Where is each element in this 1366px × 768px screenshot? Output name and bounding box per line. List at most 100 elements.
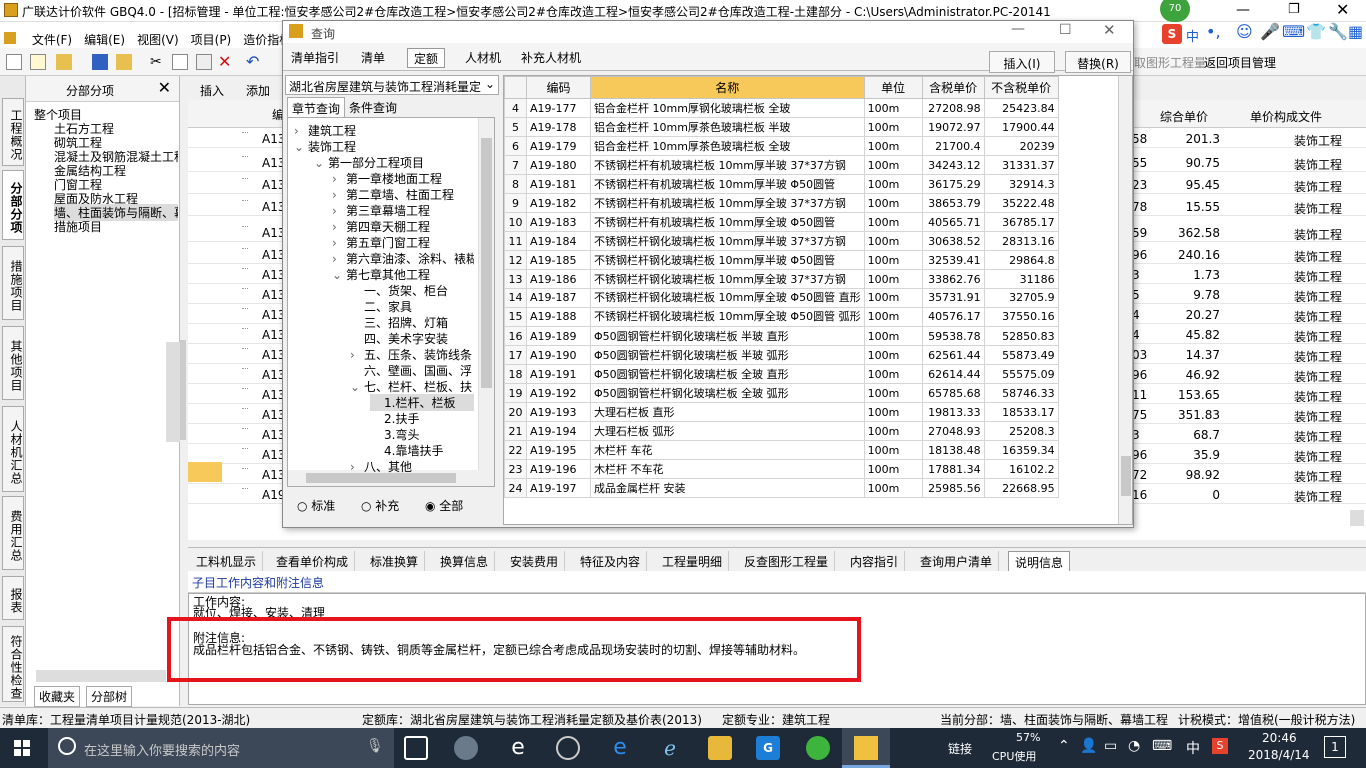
col-unit[interactable]: 单位	[863, 76, 923, 99]
glodon-icon[interactable]: G	[756, 736, 780, 760]
tree-node[interactable]: 4.靠墙扶手	[370, 442, 474, 459]
tree-node[interactable]: › 第四章天棚工程	[332, 218, 474, 235]
library-select[interactable]: 湖北省房屋建筑与装饰工程消耗量定 ⌄	[285, 75, 499, 95]
ie-icon[interactable]: e	[608, 736, 632, 760]
menu-view[interactable]: 视图(V)	[131, 26, 185, 48]
new-file-icon[interactable]	[30, 54, 46, 70]
tree-node[interactable]: › 第五章门窗工程	[332, 234, 474, 251]
menu-project[interactable]: 项目(P)	[185, 26, 238, 48]
tree-node[interactable]: 3.弯头	[370, 426, 474, 443]
tree-node[interactable]: › 八、其他	[350, 458, 474, 475]
tree-node[interactable]: 2.扶手	[370, 410, 474, 427]
quota-row[interactable]: 11 A19-184 不锈钢栏杆钢化玻璃栏板 10mm厚半玻 37*37方钢 100m…	[504, 231, 1059, 251]
tab-subitems[interactable]: 分部分项	[2, 170, 24, 240]
tab-install-cost[interactable]: 安装费用	[504, 551, 566, 571]
undo-icon[interactable]: ↶	[246, 54, 262, 70]
start-icon[interactable]	[14, 740, 30, 756]
quota-row[interactable]: 8 A19-181 不锈钢栏杆有机玻璃栏板 10mm厚半玻 Φ50圆管 100m 361…	[504, 174, 1059, 194]
grid-icon[interactable]: ▦	[1348, 22, 1363, 41]
mic-icon[interactable]: 🎤	[1260, 22, 1280, 41]
expander-icon[interactable]: ›	[332, 220, 346, 234]
expander-icon[interactable]: ›	[332, 236, 346, 250]
tree-node[interactable]: 六、壁画、国画、浮	[350, 362, 474, 379]
fan-app-icon[interactable]	[454, 736, 478, 760]
quota-row[interactable]: 22 A19-195 木栏杆 车花 100m 18138.48 16359.34	[504, 440, 1059, 460]
quota-row[interactable]: 9 A19-182 不锈钢栏杆有机玻璃栏板 10mm厚全玻 37*37方钢 100m 3…	[504, 193, 1059, 213]
col-code[interactable]: 编码	[526, 76, 591, 99]
quota-row[interactable]: 17 A19-190 Φ50圆钢管栏杆钢化玻璃栏板 半玻 弧形 100m 62561.4…	[504, 345, 1059, 365]
tab-labor-material[interactable]: 人材机汇总	[2, 406, 24, 492]
col-notax-price[interactable]: 不含税单价	[983, 76, 1059, 99]
close-panel-icon[interactable]: ✕	[158, 78, 171, 97]
restore-icon[interactable]: ❐	[1288, 2, 1300, 17]
task-view-icon[interactable]	[404, 736, 428, 760]
fetch-graphic-button[interactable]: 取图形工程量	[1134, 54, 1206, 71]
tree-node[interactable]: ⌄ 装饰工程	[294, 138, 474, 155]
expander-icon[interactable]: ›	[294, 124, 308, 138]
tree-node[interactable]: ⌄ 第七章其他工程	[332, 266, 474, 283]
tree-item[interactable]: 措施项目	[54, 218, 102, 235]
tree-node[interactable]: › 第三章幕墙工程	[332, 202, 474, 219]
tools-icon[interactable]: 🔧	[1328, 22, 1348, 41]
minimize-icon[interactable]: —	[1236, 2, 1250, 18]
quota-row[interactable]: 18 A19-191 Φ50圆钢管栏杆钢化玻璃栏板 全玻 直形 100m 62614.4…	[504, 364, 1059, 384]
quota-row[interactable]: 4 A19-177 铝合金栏杆 10mm厚钢化玻璃栏板 全玻 100m 27208.98…	[504, 98, 1059, 118]
replace-button[interactable]: 替换(R)	[1065, 51, 1131, 73]
insert-button[interactable]: 插入(I)	[989, 51, 1055, 73]
tree-node[interactable]: 三、招牌、灯箱	[350, 314, 474, 331]
tab-conversion-info[interactable]: 换算信息	[434, 551, 496, 571]
tab-bill[interactable]: 清单	[355, 48, 391, 68]
sogou-icon[interactable]: S	[1162, 24, 1182, 44]
clock-time[interactable]: 20:46	[1262, 731, 1297, 745]
tree-node[interactable]: 四、美术字安装	[350, 330, 474, 347]
skin-icon[interactable]: 👕	[1306, 22, 1326, 41]
tab-description[interactable]: 说明信息	[1008, 551, 1071, 571]
expander-icon[interactable]: ›	[332, 204, 346, 218]
quota-row[interactable]: 24 A19-197 成品金属栏杆 安装 100m 25985.56 22668.95	[504, 478, 1059, 498]
tab-labor-material[interactable]: 人材机	[459, 48, 507, 68]
quota-row[interactable]: 6 A19-179 铝合金栏杆 10mm厚茶色玻璃栏板 全玻 100m 21700.4 2…	[504, 136, 1059, 156]
expander-icon[interactable]: ›	[332, 252, 346, 266]
tab-quota[interactable]: 定额	[407, 48, 446, 68]
mic-icon[interactable]: 🎙	[366, 738, 384, 754]
tab-labor-display[interactable]: 工料机显示	[190, 551, 264, 571]
keyboard-icon[interactable]: ⌨	[1152, 738, 1172, 754]
expander-icon[interactable]: ⌄	[332, 268, 346, 282]
keyboard-icon[interactable]: ⌨	[1282, 22, 1305, 41]
ie-alt-icon[interactable]: ℯ	[658, 736, 682, 760]
tree-node[interactable]: › 建筑工程	[294, 122, 474, 139]
return-project-button[interactable]: 返回项目管理	[1204, 54, 1276, 71]
battery-icon[interactable]: ▭	[1104, 738, 1117, 754]
ime-lang[interactable]: 中	[1186, 26, 1199, 45]
quota-row[interactable]: 13 A19-186 不锈钢栏杆钢化玻璃栏板 10mm厚全玻 37*37方钢 100m…	[504, 269, 1059, 289]
expander-icon[interactable]: ›	[350, 348, 364, 362]
folder-icon[interactable]	[116, 54, 132, 70]
expander-icon[interactable]: ›	[350, 460, 364, 474]
green-app-icon[interactable]	[806, 736, 830, 760]
tab-price-composition[interactable]: 查看单价构成	[270, 551, 356, 571]
quota-row[interactable]: 21 A19-194 大理石栏板 弧形 100m 27048.93 25208.3	[504, 421, 1059, 441]
network-icon[interactable]: ◔	[1128, 738, 1140, 754]
tab-reports[interactable]: 报表	[2, 576, 24, 620]
input-method[interactable]: 中	[1186, 738, 1200, 758]
tree-vscroll[interactable]	[478, 118, 494, 470]
edge-icon[interactable]: e	[506, 736, 530, 760]
emoji-icon[interactable]: ☺	[1236, 22, 1253, 41]
grid-scroll-arrow[interactable]	[1350, 510, 1364, 526]
new-icon[interactable]	[6, 54, 22, 70]
tree-node-selected[interactable]: 1.栏杆、栏板	[370, 394, 474, 411]
tab-compliance-check[interactable]: 符合性检查	[2, 626, 24, 702]
cut-icon[interactable]: ✂	[150, 54, 166, 70]
tab-reverse-graphic[interactable]: 反查图形工程量	[738, 551, 836, 571]
tree-scrollbar[interactable]	[166, 342, 180, 442]
expander-icon[interactable]: ›	[332, 188, 346, 202]
col-name[interactable]: 名称	[590, 76, 865, 99]
tab-condition-query[interactable]: 条件查询	[345, 97, 401, 117]
browser-icon[interactable]	[556, 736, 580, 760]
col-tax-price[interactable]: 含税单价	[921, 76, 985, 99]
expander-icon[interactable]: ⌄	[294, 140, 308, 154]
tab-user-list[interactable]: 查询用户清单	[914, 551, 1000, 571]
radio-standard[interactable]: ○ 标准	[297, 497, 335, 514]
sogou-tray-icon[interactable]: S	[1212, 738, 1228, 754]
file-explorer-icon[interactable]	[708, 736, 732, 760]
